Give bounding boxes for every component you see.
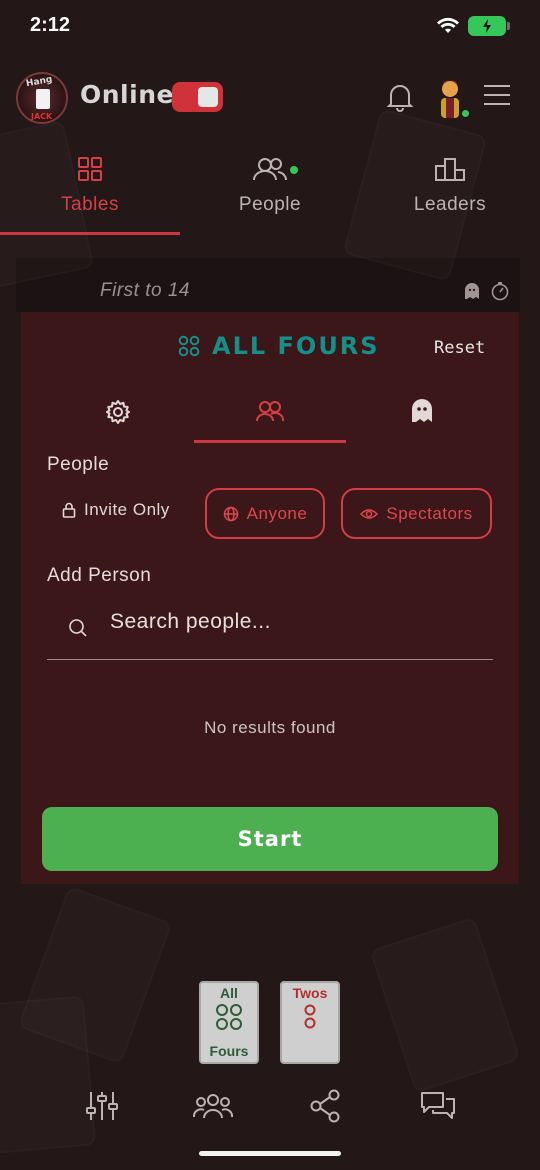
tab-label: Leaders: [413, 194, 487, 215]
no-results-message: No results found: [204, 718, 336, 737]
grid-icon: [78, 157, 102, 181]
active-subtab-indicator: [194, 440, 346, 443]
game-title: ALL FOURS: [178, 332, 380, 360]
search-underline: [47, 659, 493, 660]
ghost-icon: [465, 283, 479, 299]
people-icon: [256, 401, 285, 422]
lock-icon: [62, 502, 76, 518]
status-icons: [436, 16, 510, 36]
chat-icon: [421, 1092, 455, 1119]
table-header-strip: [16, 258, 520, 312]
globe-icon: [223, 506, 238, 521]
four-circles-icon: [216, 1004, 242, 1030]
app-bar: Hang JACK Online: [0, 64, 540, 128]
subtab-people[interactable]: [194, 392, 346, 442]
spectators-label: Spectators: [386, 503, 473, 523]
eye-icon: [360, 508, 379, 519]
sliders-icon: [86, 1092, 118, 1120]
gear-icon: [106, 400, 130, 424]
anyone-option[interactable]: Anyone: [205, 488, 325, 539]
share-icon: [310, 1089, 340, 1123]
game-card-twos[interactable]: Twos: [280, 981, 340, 1064]
add-person-label: Add Person: [47, 565, 152, 586]
subtab-settings[interactable]: [42, 392, 194, 442]
people-icon: [253, 158, 288, 181]
subtab-spectate[interactable]: [346, 392, 498, 442]
start-button[interactable]: Start: [42, 807, 498, 871]
search-icon: [69, 619, 87, 637]
invite-only-label: Invite Only: [84, 500, 170, 519]
home-indicator[interactable]: [199, 1151, 341, 1156]
active-tab-indicator: [0, 232, 180, 235]
all-fours-icon: [178, 335, 200, 357]
online-toggle[interactable]: [172, 82, 223, 112]
main-tabs: Tables People Leaders: [0, 140, 540, 236]
two-circles-icon: [304, 1004, 316, 1029]
tab-tables[interactable]: Tables: [0, 140, 180, 236]
logo-text-top: Hang: [25, 74, 54, 90]
people-online-dot: [290, 166, 298, 174]
tab-people[interactable]: People: [180, 140, 360, 236]
tab-label: People: [238, 194, 302, 215]
anyone-label: Anyone: [246, 503, 308, 523]
game-name: ALL FOURS: [212, 332, 380, 360]
hamburger-menu-icon[interactable]: [484, 84, 510, 106]
bottom-nav: [0, 1086, 540, 1136]
search-people-input[interactable]: [110, 602, 490, 642]
game-card-top-label: All: [220, 985, 238, 1001]
logo-card-icon: [36, 89, 50, 109]
logo-text-bottom: JACK: [31, 112, 53, 121]
toggle-knob: [198, 87, 218, 107]
status-bar: 2:12: [0, 0, 540, 56]
game-card-top-label: Twos: [292, 985, 328, 1001]
reset-button[interactable]: Reset: [434, 338, 485, 358]
status-time: 2:12: [30, 14, 71, 36]
friends-button[interactable]: [193, 1086, 233, 1126]
app-logo[interactable]: Hang JACK: [16, 72, 68, 124]
battery-icon: [468, 16, 510, 36]
spectators-option[interactable]: Spectators: [341, 488, 492, 539]
mode-label: Online: [80, 80, 174, 109]
podium-icon: [435, 158, 465, 181]
first-to-label: First to 14: [100, 280, 190, 301]
ghost-icon: [412, 399, 432, 422]
filters-button[interactable]: [82, 1086, 122, 1126]
wifi-icon: [437, 17, 459, 33]
game-card-all-fours[interactable]: All Fours: [199, 981, 259, 1064]
people-section-label: People: [47, 454, 110, 475]
game-card-bottom-label: Fours: [209, 1043, 249, 1059]
group-icon: [193, 1094, 233, 1119]
chat-button[interactable]: [418, 1086, 458, 1126]
invite-only-option[interactable]: Invite Only: [62, 500, 170, 520]
timer-icon: [491, 282, 509, 301]
tab-leaders[interactable]: Leaders: [360, 140, 540, 236]
share-button[interactable]: [305, 1086, 345, 1126]
tab-label: Tables: [61, 194, 119, 215]
online-status-dot: [460, 108, 471, 119]
bell-icon[interactable]: [386, 82, 414, 112]
